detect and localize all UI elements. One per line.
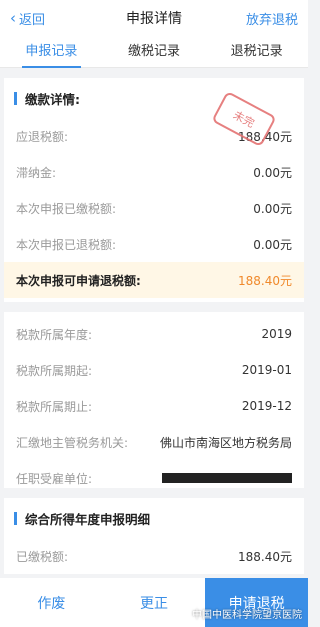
- section-title: 综合所得年度申报明细: [25, 511, 151, 527]
- row-label: 税款所属期起:: [16, 363, 93, 378]
- detail-row: 税款所属年度: 2019: [4, 316, 304, 352]
- watermark-text: 中国中医科学院望京医院: [192, 610, 302, 621]
- detail-row: 汇缴地主管税务机关: 佛山市南海区地方税务局: [4, 424, 304, 460]
- watermark: 中国中医科学院望京医院: [175, 606, 302, 621]
- row-label: 本次申报已缴税额:: [16, 201, 117, 216]
- row-value: 188.40元: [238, 549, 292, 564]
- refundable-amount-row: 本次申报可申请退税额: 188.40元: [4, 262, 304, 298]
- payment-detail-card: 缴款详情: 未完 应退税额: 188.40元 滞纳金: 0.00元 本次申报已缴…: [0, 78, 308, 488]
- detail-row: 滞纳金: 0.00元: [4, 154, 304, 190]
- row-value: 0.00元: [253, 237, 292, 252]
- row-label: 本次申报已退税额:: [16, 237, 117, 252]
- row-label: 税款所属期止:: [16, 399, 93, 414]
- row-label: 已缴税额:: [16, 549, 69, 564]
- row-label: 滞纳金:: [16, 165, 57, 180]
- row-value: 0.00元: [253, 201, 292, 216]
- row-label: 汇缴地主管税务机关:: [16, 435, 129, 450]
- watermark-icon: [175, 607, 188, 620]
- section-title: 缴款详情:: [25, 91, 80, 107]
- page-title: 申报详情: [126, 11, 182, 27]
- row-value: 2019: [261, 327, 292, 341]
- row-value: 2019-12: [241, 399, 292, 413]
- nav-bar: ‹ 返回 申报详情 放弃退税: [0, 0, 308, 36]
- tab-payment-records[interactable]: 缴税记录: [103, 36, 206, 67]
- row-value: 188.40元: [238, 273, 292, 288]
- annual-detail-card: 综合所得年度申报明细 已缴税额: 188.40元: [4, 498, 304, 574]
- section-bar: [14, 91, 17, 105]
- back-button[interactable]: ‹ 返回: [10, 0, 45, 36]
- detail-row: 任职受雇单位:: [4, 460, 304, 496]
- tab-refund-records[interactable]: 退税记录: [205, 36, 308, 67]
- row-value: 佛山市南海区地方税务局: [159, 435, 292, 450]
- chevron-left-icon: ‹: [10, 8, 16, 27]
- redacted-value: [162, 473, 292, 483]
- tab-bar: 申报记录 缴税记录 退税记录: [0, 36, 308, 68]
- detail-row: 本次申报已缴税额: 0.00元: [4, 190, 304, 226]
- section-header: 综合所得年度申报明细: [4, 498, 304, 538]
- tab-declaration-records[interactable]: 申报记录: [0, 36, 103, 68]
- section-bar: [14, 511, 17, 525]
- abandon-refund-button[interactable]: 放弃退税: [246, 0, 298, 36]
- detail-row: 税款所属期止: 2019-12: [4, 388, 304, 424]
- row-value: 2019-01: [241, 363, 292, 377]
- detail-row: 已缴税额: 188.40元: [4, 538, 304, 574]
- void-button[interactable]: 作废: [0, 578, 103, 627]
- back-label: 返回: [19, 12, 46, 28]
- detail-row: 本次申报已退税额: 0.00元: [4, 226, 304, 262]
- divider: [0, 302, 308, 312]
- row-label: 任职受雇单位:: [16, 471, 93, 486]
- row-value: 0.00元: [253, 165, 292, 180]
- row-label: 本次申报可申请退税额:: [16, 273, 141, 288]
- detail-row: 税款所属期起: 2019-01: [4, 352, 304, 388]
- row-label: 税款所属年度:: [16, 327, 93, 342]
- row-label: 应退税额:: [16, 129, 69, 144]
